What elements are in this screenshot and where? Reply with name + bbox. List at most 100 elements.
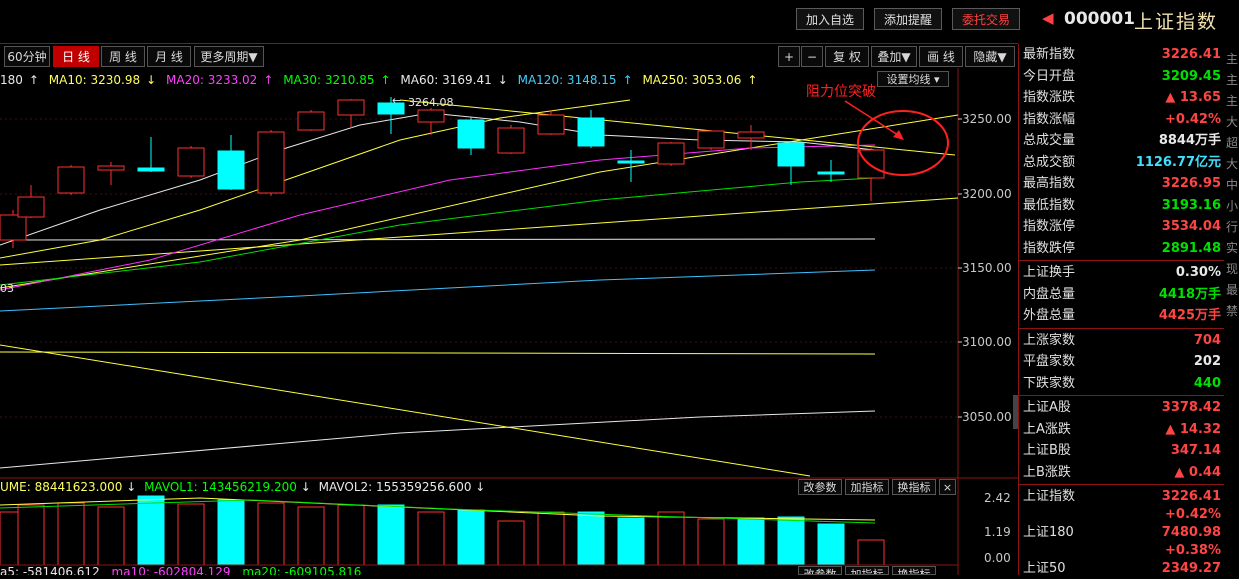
quote-label: 最低指数 xyxy=(1023,197,1076,213)
volume-legend: UME: 88441623.000 ↓ MAVOL1: 143456219.20… xyxy=(0,480,485,494)
candle-body xyxy=(57,166,85,194)
tab-60min[interactable]: 60分钟 xyxy=(4,46,50,67)
price-tick: 3100.00 xyxy=(962,335,1012,349)
quote-label: 上涨家数 xyxy=(1023,332,1076,348)
candle-body xyxy=(657,142,685,165)
quote-row: 总成交量 8844万手 xyxy=(1019,130,1225,151)
candle-body xyxy=(697,130,725,149)
candle-body xyxy=(457,119,485,149)
volume-bar xyxy=(377,504,405,566)
bottom-indicator-legend: a5: -581406.612 ma10: -602804.129 ma20: … xyxy=(0,566,361,575)
quote-label: 内盘总量 xyxy=(1023,286,1076,302)
candle-body xyxy=(577,117,605,147)
zoom-out-button[interactable]: − xyxy=(801,46,823,67)
period-bar: 60分钟 日 线 周 线 月 线 更多周期▼ + − 复 权 叠加▼ 画 线 隐… xyxy=(0,46,1018,68)
quote-value: 3226.41 xyxy=(1161,47,1221,62)
ma5-indicator-value: a5: -581406.612 xyxy=(0,566,100,575)
edge-label: 实 xyxy=(1226,241,1239,255)
swap-indicator-button[interactable]: 换指标 xyxy=(892,479,936,495)
candlesticks xyxy=(0,97,885,248)
tab-day[interactable]: 日 线 xyxy=(53,46,99,67)
ma250-line xyxy=(0,351,876,355)
edge-label: 行 xyxy=(1226,220,1239,234)
quote-row: 上B涨跌 ▲ 0.44 xyxy=(1019,462,1225,483)
edge-label: 超 xyxy=(1226,136,1239,150)
volume-bar xyxy=(577,511,605,566)
candle-body xyxy=(617,160,645,164)
quote-value: 440 xyxy=(1193,375,1221,391)
edge-label: 大 xyxy=(1226,115,1239,129)
quote-row: 指数跌停 2891.48 xyxy=(1019,238,1225,259)
quote-label: 平盘家数 xyxy=(1023,354,1076,369)
kline-chart[interactable]: 3264.08 ← 03 阻力位突破 3250.00 3200.00 3150.… xyxy=(0,68,1018,575)
volume-bar xyxy=(457,509,485,566)
quote-label: 总成交额 xyxy=(1023,154,1076,170)
quote-value: 4425万手 xyxy=(1158,308,1221,323)
panel-separator xyxy=(1019,484,1225,485)
more-periods-dropdown[interactable]: 更多周期▼ xyxy=(194,46,264,67)
volume-value: UME: 88441623.000 xyxy=(0,480,123,494)
change-params-button[interactable]: 改参数 xyxy=(798,566,842,575)
panel-separator xyxy=(1019,395,1225,396)
quote-row: 下跌家数 440 xyxy=(1019,373,1225,394)
quote-value: 4418万手 xyxy=(1158,286,1221,302)
swap-indicator-button[interactable]: 换指标 xyxy=(892,566,936,575)
quote-row: 指数涨幅 +0.42% xyxy=(1019,109,1225,130)
quote-label: 今日开盘 xyxy=(1023,68,1076,84)
price-tick: 3050.00 xyxy=(962,410,1012,424)
mavol2-value: MAVOL2: 155359256.600 xyxy=(318,480,472,494)
volume-bar xyxy=(257,502,285,566)
quote-value: +0.42% xyxy=(1165,111,1221,127)
add-indicator-button[interactable]: 加指标 xyxy=(845,566,889,575)
quote-label: 上证换手 xyxy=(1023,265,1076,280)
ma120-line xyxy=(0,269,876,312)
quote-row: 今日开盘 3209.45 xyxy=(1019,66,1225,87)
quote-value: 3534.04 xyxy=(1161,219,1221,234)
restore-rights-button[interactable]: 复 权 xyxy=(825,46,869,67)
quote-value: 3226.95 xyxy=(1161,176,1221,191)
quote-row: 指数涨停 3534.04 xyxy=(1019,216,1225,237)
quote-value: ▲ 14.32 xyxy=(1165,421,1221,437)
add-watchlist-button[interactable]: 加入自选 xyxy=(796,8,864,30)
back-arrow-icon[interactable]: ◀ xyxy=(1042,9,1054,27)
tab-week[interactable]: 周 线 xyxy=(101,46,145,67)
volume-bar xyxy=(857,539,885,566)
quote-row: 最高指数 3226.95 xyxy=(1019,173,1225,194)
quote-label: 上B涨跌 xyxy=(1023,464,1071,480)
volume-bar xyxy=(177,503,205,566)
edge-label: 主 xyxy=(1226,94,1239,108)
volume-bar xyxy=(617,517,645,566)
quote-row: 上证换手 0.30% xyxy=(1019,262,1225,283)
price-tick: 3250.00 xyxy=(962,112,1012,126)
add-alert-button[interactable]: 添加提醒 xyxy=(874,8,942,30)
quote-value: 8844万手 xyxy=(1158,133,1221,148)
edge-label: 禁 xyxy=(1226,304,1239,318)
zoom-in-button[interactable]: + xyxy=(778,46,800,67)
quote-row: 平盘家数 202 xyxy=(1019,351,1225,372)
annotation-text: 阻力位突破 xyxy=(806,84,876,100)
quote-row: 内盘总量 4418万手 xyxy=(1019,284,1225,305)
price-axis-ticks xyxy=(958,118,962,418)
change-params-button[interactable]: 改参数 xyxy=(798,479,842,495)
candle-body xyxy=(17,196,45,218)
quote-label: 上A涨跌 xyxy=(1023,421,1071,437)
quote-value: 0.30% xyxy=(1175,265,1221,280)
candle-body xyxy=(417,109,445,123)
draw-line-button[interactable]: 画 线 xyxy=(919,46,963,67)
quote-value: 2891.48 xyxy=(1161,240,1221,256)
edge-label: 最 xyxy=(1226,283,1239,297)
close-icon[interactable]: × xyxy=(939,479,956,495)
quote-row: 总成交额 1126.77亿元 xyxy=(1019,152,1225,173)
quote-label: 上证50 xyxy=(1023,561,1066,576)
add-indicator-button[interactable]: 加指标 xyxy=(845,479,889,495)
quote-panel: 最新指数 3226.41 今日开盘 3209.45 指数涨跌 ▲ 13.65 指数涨幅 +0.… xyxy=(1018,44,1225,576)
hide-dropdown[interactable]: 隐藏▼ xyxy=(965,46,1015,67)
tab-month[interactable]: 月 线 xyxy=(147,46,191,67)
panel-separator xyxy=(1019,327,1225,329)
candle-body xyxy=(817,171,845,175)
overlay-dropdown[interactable]: 叠加▼ xyxy=(871,46,917,67)
trade-button[interactable]: 委托交易 xyxy=(952,8,1020,30)
edge-label: 现 xyxy=(1226,262,1239,276)
price-tick: 3200.00 xyxy=(962,187,1012,201)
volume-bar xyxy=(777,516,805,566)
